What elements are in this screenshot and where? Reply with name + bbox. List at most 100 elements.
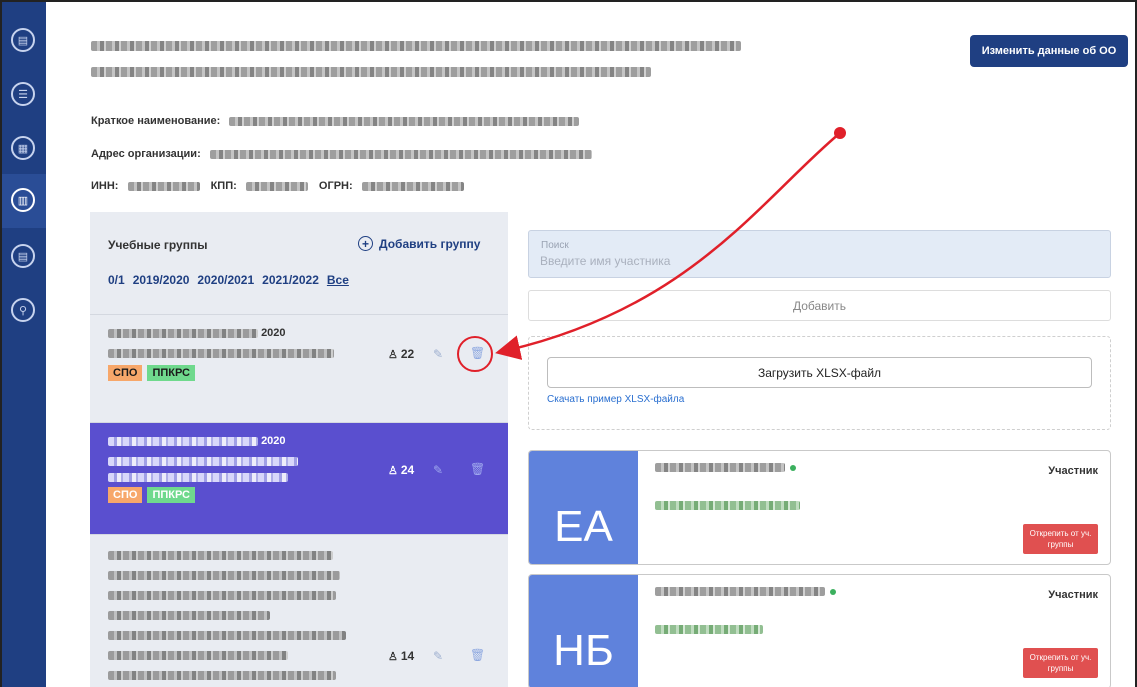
year-filter-item[interactable]: 2020/2021 — [197, 273, 254, 287]
group-desc-line — [108, 669, 336, 681]
group-year: 2020 — [261, 435, 286, 447]
address-row: Адрес организации: — [91, 148, 592, 160]
redacted-text — [108, 436, 258, 446]
calculator-icon[interactable]: ▥ — [11, 188, 35, 212]
person-icon: ♙ — [388, 650, 398, 663]
plus-circle-icon: + — [358, 236, 373, 251]
member-count: ♙ 22 — [388, 347, 414, 361]
redacted-text — [108, 590, 336, 600]
search-field[interactable]: Поиск — [528, 230, 1111, 278]
avatar: ЕА — [529, 451, 638, 564]
member-role: Участник — [1048, 465, 1098, 477]
person-icon: ♙ — [388, 348, 398, 361]
redacted-text — [229, 116, 580, 126]
member-email — [655, 621, 763, 639]
tag-spo: СПО — [108, 365, 143, 381]
groups-panel: Учебные группы + Добавить группу 0/1 201… — [90, 212, 508, 687]
group-card[interactable]: ♙ 14 ✎ 🗑︎ — [90, 534, 508, 687]
pencil-icon[interactable]: ✎ — [433, 347, 443, 361]
member-count-value: 24 — [400, 463, 415, 477]
building-icon[interactable]: ▦ — [11, 136, 35, 160]
group-card-active[interactable]: 2020 СПО ППКРС ♙ 24 ✎ 🗑︎ — [90, 422, 508, 534]
group-desc-line — [108, 549, 333, 561]
person-icon: ♙ — [388, 464, 398, 477]
upload-xlsx-button[interactable]: Загрузить XLSX-файл — [547, 357, 1092, 388]
trash-icon[interactable]: 🗑︎ — [470, 648, 485, 662]
short-name-row: Краткое наименование: — [91, 115, 580, 127]
redacted-text — [655, 463, 785, 472]
tag-ppkrs: ППКРС — [147, 365, 196, 381]
redacted-text — [655, 587, 825, 596]
redacted-text — [655, 625, 763, 635]
redacted-text — [655, 501, 800, 511]
document-icon[interactable]: ▤ — [11, 28, 35, 52]
group-tags: СПО ППКРС — [108, 487, 197, 503]
member-card: НБ Участник Открепить от уч. группы — [528, 574, 1111, 687]
upload-dropzone[interactable]: Загрузить XLSX-файл Скачать пример XLSX-… — [528, 336, 1111, 430]
pencil-icon[interactable]: ✎ — [433, 649, 443, 663]
add-member-button[interactable]: Добавить — [528, 290, 1111, 321]
search-input[interactable] — [540, 254, 1100, 268]
redacted-text — [108, 570, 340, 580]
group-desc-line — [108, 649, 288, 661]
redacted-text — [209, 149, 592, 159]
detach-member-button[interactable]: Открепить от уч. группы — [1023, 524, 1098, 554]
group-desc-line — [108, 629, 346, 641]
redacted-text — [108, 630, 346, 640]
add-group-label: Добавить группу — [379, 236, 481, 251]
group-title-line: 2020 — [108, 327, 286, 339]
download-sample-link[interactable]: Скачать пример XLSX-файла — [547, 394, 684, 405]
pencil-icon[interactable]: ✎ — [433, 463, 443, 477]
member-count-value: 14 — [400, 649, 415, 663]
member-name — [655, 587, 836, 596]
redacted-text — [91, 67, 651, 77]
org-full-name — [91, 41, 741, 93]
redacted-text — [108, 472, 288, 482]
group-desc-line — [108, 609, 270, 621]
group-desc-line — [108, 569, 340, 581]
member-card: ЕА Участник Открепить от уч. группы — [528, 450, 1111, 565]
user-icon[interactable]: ⚲ — [11, 298, 35, 322]
member-count-value: 22 — [400, 347, 415, 361]
redacted-text — [361, 181, 464, 191]
list-icon[interactable]: ☰ — [11, 82, 35, 106]
kpp-label: КПП: — [210, 180, 237, 192]
group-subtitle-line — [108, 455, 298, 467]
trash-icon[interactable]: 🗑︎ — [470, 462, 485, 476]
redacted-text — [108, 328, 258, 338]
tag-ppkrs: ППКРС — [147, 487, 196, 503]
detach-member-button[interactable]: Открепить от уч. группы — [1023, 648, 1098, 678]
redacted-text — [108, 670, 336, 680]
short-name-label: Краткое наименование: — [91, 115, 221, 127]
edit-org-button[interactable]: Изменить данные об ОО — [970, 35, 1128, 67]
redacted-text — [108, 550, 333, 560]
tag-spo: СПО — [108, 487, 143, 503]
year-filter-all[interactable]: Все — [327, 273, 349, 287]
inn-label: ИНН: — [91, 180, 119, 192]
ogrn-label: ОГРН: — [318, 180, 353, 192]
sidebar: ▤ ☰ ▦ ▥ ▤ ⚲ — [2, 2, 46, 687]
search-label: Поиск — [541, 240, 569, 251]
group-subtitle-line — [108, 347, 334, 359]
redacted-text — [245, 181, 308, 191]
report-icon[interactable]: ▤ — [11, 244, 35, 268]
group-desc-line — [108, 589, 336, 601]
member-email — [655, 497, 800, 515]
redacted-text — [91, 41, 741, 51]
year-filter-item[interactable]: 2019/2020 — [133, 273, 190, 287]
online-status-icon — [830, 588, 836, 595]
group-card[interactable]: 2020 СПО ППКРС ♙ 22 ✎ 🗑︎ — [90, 314, 508, 422]
member-role: Участник — [1048, 589, 1098, 601]
year-filter-item[interactable]: 0/1 — [108, 273, 125, 287]
year-filter-item[interactable]: 2021/2022 — [262, 273, 319, 287]
add-group-button[interactable]: + Добавить группу — [358, 236, 480, 251]
redacted-text — [108, 348, 334, 358]
redacted-text — [108, 456, 298, 466]
member-name — [655, 463, 796, 472]
group-tags: СПО ППКРС — [108, 365, 197, 381]
group-year: 2020 — [261, 327, 286, 339]
group-subtitle-line — [108, 471, 288, 483]
redacted-text — [127, 181, 200, 191]
redacted-text — [108, 610, 270, 620]
trash-icon[interactable]: 🗑︎ — [470, 346, 485, 360]
